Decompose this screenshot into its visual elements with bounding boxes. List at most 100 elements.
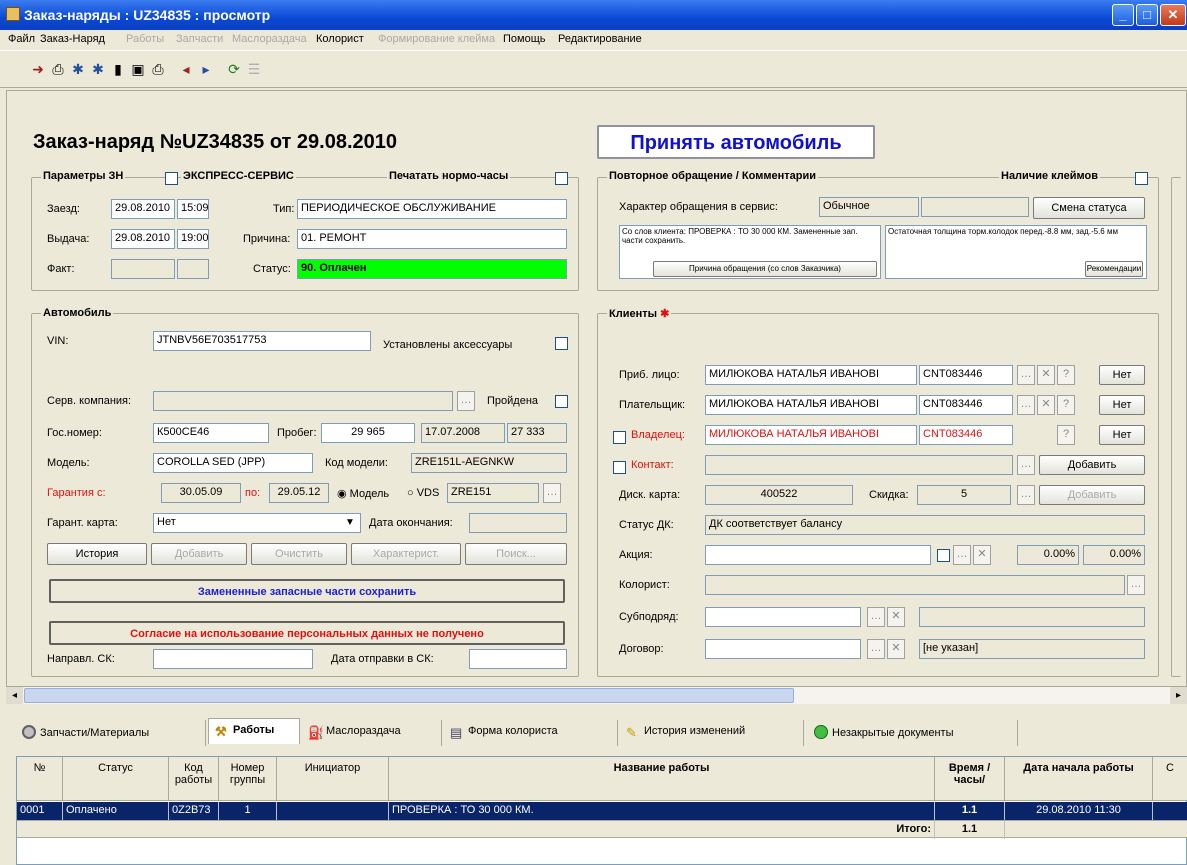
chevron-down-icon[interactable]: ▼: [345, 517, 355, 528]
col-time[interactable]: Время /часы/: [935, 757, 1005, 801]
door-icon[interactable]: ▮: [110, 61, 126, 77]
fact-date-field[interactable]: [111, 259, 175, 279]
owner-checkbox[interactable]: [613, 431, 626, 444]
menu-parts[interactable]: Запчасти: [176, 33, 223, 45]
mileage-field[interactable]: 29 965: [321, 423, 415, 443]
payer-code-field[interactable]: CNT083446: [919, 395, 1013, 415]
maximize-button[interactable]: □: [1136, 4, 1158, 26]
arrival-date-field[interactable]: 29.08.2010: [111, 199, 175, 219]
horizontal-scrollbar[interactable]: ◂ ▸: [6, 687, 1187, 704]
subcontract-clear-button[interactable]: ✕: [887, 607, 905, 627]
clear-button[interactable]: Очистить: [251, 543, 347, 565]
contact-field[interactable]: [705, 455, 1013, 475]
disc-add-button[interactable]: Добавить: [1039, 485, 1145, 505]
contract-field[interactable]: [705, 639, 861, 659]
vds-browse-button[interactable]: …: [543, 483, 561, 503]
contract-browse-button[interactable]: …: [867, 639, 885, 659]
passed-checkbox[interactable]: [555, 395, 568, 408]
run-icon[interactable]: ✱: [70, 61, 86, 77]
send-date-field[interactable]: [469, 649, 567, 669]
payer-name-field[interactable]: МИЛЮКОВА НАТАЛЬЯ ИВАНОВІ: [705, 395, 917, 415]
menu-file[interactable]: Файл: [8, 33, 35, 45]
col-initiator[interactable]: Инициатор: [277, 757, 389, 801]
reason-field[interactable]: 01. РЕМОНТ: [297, 229, 567, 249]
issue-date-field[interactable]: 29.08.2010: [111, 229, 175, 249]
menu-oil[interactable]: Маслораздача: [232, 33, 307, 45]
col-group[interactable]: Номер группы: [219, 757, 277, 801]
trusted-help-button[interactable]: ?: [1057, 365, 1075, 385]
promo-field[interactable]: [705, 545, 931, 565]
payer-help-button[interactable]: ?: [1057, 395, 1075, 415]
exit-icon[interactable]: ➜: [30, 61, 46, 77]
print-icon[interactable]: ⎙: [50, 61, 66, 77]
radio-vds[interactable]: ○ VDS: [407, 487, 439, 499]
recommendation-button[interactable]: Рекомендации: [1085, 261, 1143, 277]
refresh-icon[interactable]: ⟳: [226, 61, 242, 77]
list-icon[interactable]: ☰: [246, 61, 262, 77]
warranty-card-select[interactable]: Нет: [153, 513, 361, 533]
nav-left-icon[interactable]: ◂: [178, 61, 194, 77]
trusted-code-field[interactable]: CNT083446: [919, 365, 1013, 385]
table-row[interactable]: 0001 Оплачено 0Z2B73 1 ПРОВЕРКА : ТО 30 …: [17, 802, 1187, 820]
nature-field[interactable]: Обычное: [819, 197, 919, 217]
col-start-date[interactable]: Дата начала работы: [1005, 757, 1153, 801]
tab-colorist-form[interactable]: ▤ Форма колориста: [444, 720, 618, 746]
colorist-field[interactable]: [705, 575, 1125, 595]
menu-order[interactable]: Заказ-Наряд: [40, 33, 105, 45]
payer-clear-button[interactable]: ✕: [1037, 395, 1055, 415]
accessories-checkbox[interactable]: [555, 337, 568, 350]
subcontract-browse-button[interactable]: …: [867, 607, 885, 627]
contact-browse-button[interactable]: …: [1017, 455, 1035, 475]
direction-field[interactable]: [153, 649, 313, 669]
promo-browse-button[interactable]: …: [953, 545, 971, 565]
promo-checkbox[interactable]: [937, 549, 950, 562]
plate-field[interactable]: К500СЕ46: [153, 423, 269, 443]
owner-no-button[interactable]: Нет: [1099, 425, 1145, 445]
run2-icon[interactable]: ✱: [90, 61, 106, 77]
service-company-browse-button[interactable]: …: [457, 391, 475, 411]
nav-right-icon[interactable]: ▸: [198, 61, 214, 77]
tab-works[interactable]: ⚒ Работы: [208, 718, 300, 744]
print-hours-checkbox[interactable]: [555, 172, 568, 185]
tab-oil[interactable]: ⛽ Маслораздача: [302, 720, 442, 746]
col-code[interactable]: Код работы: [169, 757, 219, 801]
payer-no-button[interactable]: Нет: [1099, 395, 1145, 415]
minimize-button[interactable]: _: [1112, 4, 1134, 26]
scroll-thumb[interactable]: [24, 688, 794, 703]
accept-car-button[interactable]: Принять автомобиль: [597, 125, 875, 159]
save-icon[interactable]: ▣: [130, 61, 146, 77]
col-extra[interactable]: С: [1153, 757, 1187, 801]
owner-name-field[interactable]: МИЛЮКОВА НАТАЛЬЯ ИВАНОВІ: [705, 425, 917, 445]
trusted-clear-button[interactable]: ✕: [1037, 365, 1055, 385]
search-button[interactable]: Поиск...: [465, 543, 567, 565]
col-work-name[interactable]: Название работы: [389, 757, 935, 801]
promo-clear-button[interactable]: ✕: [973, 545, 991, 565]
vin-field[interactable]: JTNBV56E703517753: [153, 331, 371, 351]
menu-colorist[interactable]: Колорист: [316, 33, 364, 45]
characteristics-button[interactable]: Характерист.: [351, 543, 461, 565]
status-change-button[interactable]: Смена статуса: [1033, 197, 1145, 219]
trusted-name-field[interactable]: МИЛЮКОВА НАТАЛЬЯ ИВАНОВІ: [705, 365, 917, 385]
fact-time-field[interactable]: [177, 259, 209, 279]
menu-works[interactable]: Работы: [126, 33, 164, 45]
close-button[interactable]: ✕: [1160, 4, 1186, 26]
model-field[interactable]: COROLLA SED (JPP): [153, 453, 313, 473]
menu-edit[interactable]: Редактирование: [558, 33, 642, 45]
end-date-field[interactable]: [469, 513, 567, 533]
radio-model[interactable]: ◉ Модель: [337, 487, 389, 500]
contract-clear-button[interactable]: ✕: [887, 639, 905, 659]
issue-time-field[interactable]: 19:00: [177, 229, 209, 249]
client-reason-button[interactable]: Причина обращения (со слов Заказчика): [653, 261, 877, 277]
print2-icon[interactable]: ⎙: [150, 61, 166, 77]
scroll-left-icon[interactable]: ◂: [6, 687, 23, 704]
contact-add-button[interactable]: Добавить: [1039, 455, 1145, 475]
col-number[interactable]: №: [17, 757, 63, 801]
tab-open-docs[interactable]: Незакрытые документы: [808, 720, 1018, 746]
owner-code-field[interactable]: CNT083446: [919, 425, 1013, 445]
add-car-button[interactable]: Добавить: [151, 543, 247, 565]
disc-browse-button[interactable]: …: [1017, 485, 1035, 505]
history-button[interactable]: История: [47, 543, 147, 565]
arrival-time-field[interactable]: 15:09: [177, 199, 209, 219]
subcontract-field[interactable]: [705, 607, 861, 627]
scroll-right-icon[interactable]: ▸: [1170, 687, 1187, 704]
